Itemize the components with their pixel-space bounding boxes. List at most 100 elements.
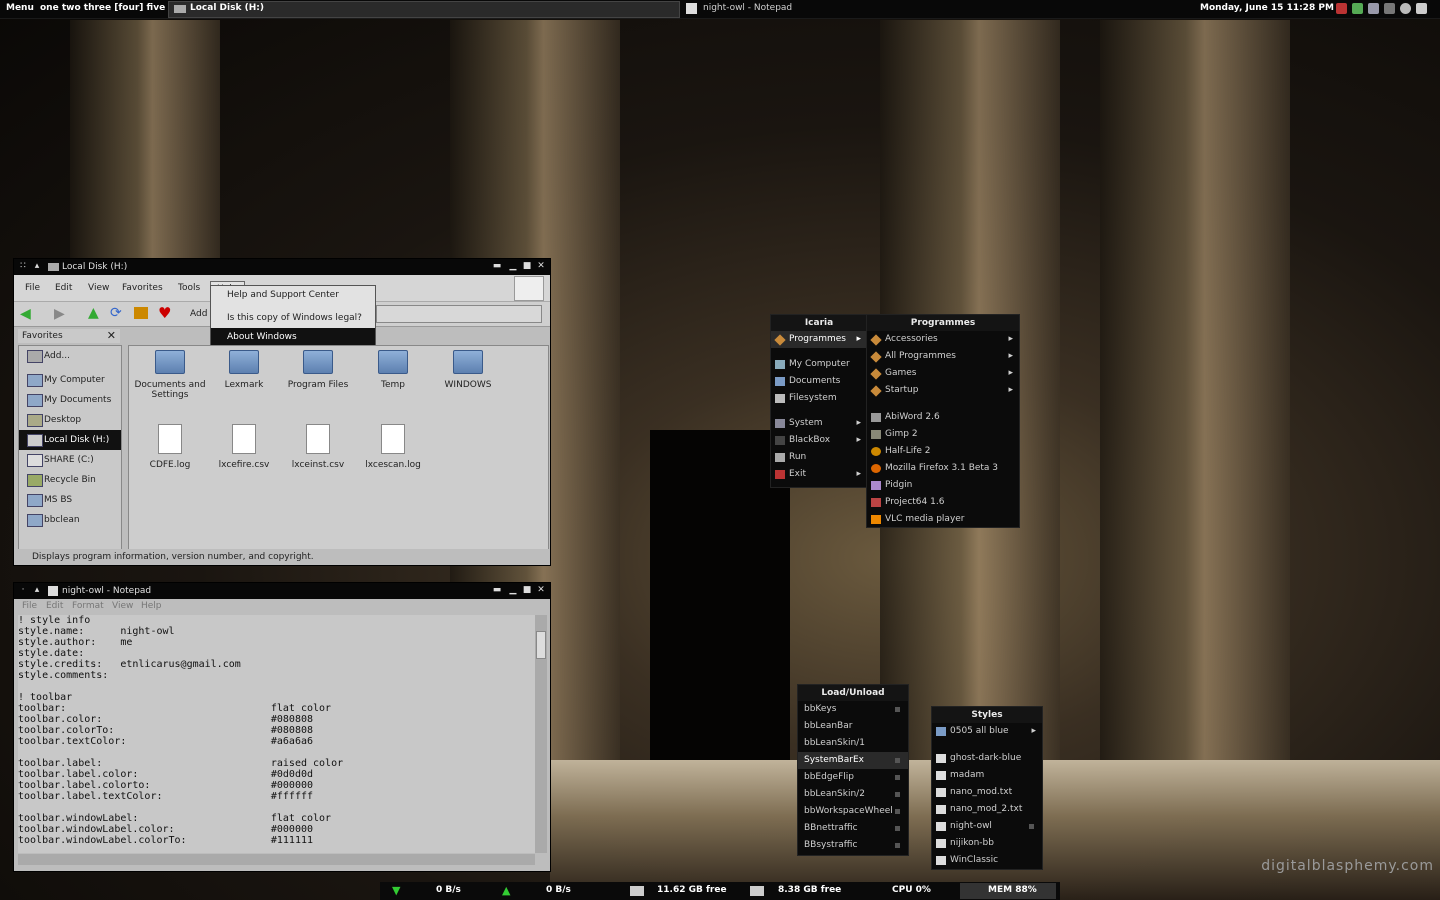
tray-network-icon[interactable]	[1352, 3, 1363, 14]
menu-item-style[interactable]: night-owl	[932, 818, 1042, 835]
menu-item-my-computer[interactable]: My Computer	[771, 356, 867, 373]
menu-item-style[interactable]: madam	[932, 767, 1042, 784]
tray-display-icon[interactable]	[1368, 3, 1379, 14]
menu-item-games[interactable]: Games ▸	[867, 365, 1019, 382]
menu-item-half-life[interactable]: Half-Life 2	[867, 443, 1019, 460]
menu-item-run[interactable]: Run	[771, 449, 867, 466]
sidebar-item-share[interactable]: SHARE (C:)	[19, 450, 121, 470]
document-item[interactable]: lxcescan.log	[356, 424, 430, 470]
menu-item-plugin[interactable]: bbLeanSkin/1	[798, 735, 908, 752]
sidebar-item-bbclean[interactable]: bbclean	[19, 510, 121, 530]
window-menu-icon[interactable]: ∷	[18, 261, 28, 271]
menu-item-windows-legal[interactable]: Is this copy of Windows legal?	[211, 309, 375, 328]
document-item[interactable]: CDFE.log	[133, 424, 207, 470]
menu-item-style[interactable]: nijikon-bb	[932, 835, 1042, 852]
menu-file[interactable]: File	[22, 601, 37, 611]
folder-item[interactable]: WINDOWS	[431, 346, 505, 390]
menu-item-plugin[interactable]: bbLeanBar	[798, 718, 908, 735]
menu-edit[interactable]: Edit	[55, 283, 72, 293]
menu-item-abiword[interactable]: AbiWord 2.6	[867, 409, 1019, 426]
menu-item-style[interactable]: nano_mod_2.txt	[932, 801, 1042, 818]
maximize-icon[interactable]: ■	[522, 261, 532, 271]
menu-item-plugin[interactable]: SystemBarEx	[798, 752, 908, 769]
menu-file[interactable]: File	[25, 283, 40, 293]
shade-icon[interactable]: ▬	[492, 261, 502, 271]
menu-item-style[interactable]: ghost-dark-blue	[932, 750, 1042, 767]
vertical-scrollbar[interactable]	[535, 615, 547, 853]
pin-icon[interactable]: ▴	[32, 261, 42, 271]
document-item[interactable]: lxceinst.csv	[281, 424, 355, 470]
taskbar-item-explorer[interactable]: Local Disk (H:)	[168, 1, 680, 18]
notepad-text-area[interactable]: ! style info style.name: night-owl style…	[18, 615, 535, 853]
taskbar-item-notepad[interactable]: night-owl - Notepad	[684, 1, 884, 16]
menu-item-gimp[interactable]: Gimp 2	[867, 426, 1019, 443]
menu-item-pidgin[interactable]: Pidgin	[867, 477, 1019, 494]
folder-item[interactable]: Lexmark	[207, 346, 281, 390]
menu-item-exit[interactable]: Exit ▸	[771, 466, 867, 483]
sidebar-item-desktop[interactable]: Desktop	[19, 410, 121, 430]
scrollbar-thumb[interactable]	[536, 631, 546, 659]
close-icon[interactable]: ✕	[536, 261, 546, 271]
shade-icon[interactable]: ▬	[492, 585, 502, 595]
horizontal-scrollbar[interactable]	[18, 854, 535, 865]
sidebar-item-my-documents[interactable]: My Documents	[19, 390, 121, 410]
menu-item-all-programmes[interactable]: All Programmes ▸	[867, 348, 1019, 365]
tray-image-icon[interactable]	[1384, 3, 1395, 14]
close-pane-icon[interactable]: ✕	[107, 329, 116, 342]
menu-item-style-folder[interactable]: 0505 all blue ▸	[932, 723, 1042, 740]
sidebar-item-local-disk[interactable]: Local Disk (H:)	[19, 430, 121, 450]
back-icon[interactable]: ◀	[20, 307, 31, 321]
menu-item-help-support[interactable]: Help and Support Center	[211, 286, 375, 305]
sidebar-item-recycle-bin[interactable]: Recycle Bin	[19, 470, 121, 490]
menu-view[interactable]: View	[112, 601, 133, 611]
root-menu-button[interactable]: Menu	[6, 3, 34, 13]
menu-tools[interactable]: Tools	[178, 283, 200, 293]
menu-favorites[interactable]: Favorites	[122, 283, 163, 293]
tray-wireless-icon[interactable]	[1400, 3, 1411, 14]
sidebar-item-ms-bs[interactable]: MS BS	[19, 490, 121, 510]
window-menu-icon[interactable]: ·	[18, 585, 28, 595]
menu-item-project64[interactable]: Project64 1.6	[867, 494, 1019, 511]
tray-volume-icon[interactable]	[1416, 3, 1427, 14]
menu-item-plugin[interactable]: BBnettraffic	[798, 820, 908, 837]
favorites-add[interactable]: Add...	[19, 346, 121, 366]
menu-item-firefox[interactable]: Mozilla Firefox 3.1 Beta 3	[867, 460, 1019, 477]
minimize-icon[interactable]: ▁	[508, 585, 518, 595]
menu-item-accessories[interactable]: Accessories ▸	[867, 331, 1019, 348]
menu-item-blackbox[interactable]: BlackBox ▸	[771, 432, 867, 449]
refresh-icon[interactable]: ⟳	[110, 306, 122, 320]
menu-edit[interactable]: Edit	[46, 601, 63, 611]
forward-icon[interactable]: ▶	[54, 307, 65, 321]
menu-view[interactable]: View	[88, 283, 109, 293]
sidebar-item-my-computer[interactable]: My Computer	[19, 370, 121, 390]
menu-item-plugin[interactable]: bbEdgeFlip	[798, 769, 908, 786]
toolbar-add-button[interactable]: Add	[190, 309, 207, 319]
menu-item-system[interactable]: System ▸	[771, 415, 867, 432]
document-item[interactable]: lxcefire.csv	[207, 424, 281, 470]
notepad-titlebar[interactable]: · ▴ night-owl - Notepad ▬ ▁ ■ ✕	[14, 583, 550, 599]
tray-app-icon[interactable]	[1336, 3, 1347, 14]
menu-item-vlc[interactable]: VLC media player	[867, 511, 1019, 528]
menu-item-style[interactable]: WinClassic	[932, 852, 1042, 869]
explorer-titlebar[interactable]: ∷ ▴ Local Disk (H:) ▬ ▁ ■ ✕	[14, 259, 550, 275]
up-folder-icon[interactable]: ▲	[88, 306, 99, 320]
folders-icon[interactable]	[134, 307, 148, 319]
menu-item-plugin[interactable]: bbLeanSkin/2	[798, 786, 908, 803]
menu-item-documents[interactable]: Documents	[771, 373, 867, 390]
maximize-icon[interactable]: ■	[522, 585, 532, 595]
pin-icon[interactable]: ▴	[32, 585, 42, 595]
menu-item-plugin[interactable]: bbWorkspaceWheel	[798, 803, 908, 820]
menu-item-plugin[interactable]: bbKeys	[798, 701, 908, 718]
menu-help[interactable]: Help	[141, 601, 162, 611]
menu-format[interactable]: Format	[72, 601, 104, 611]
folder-item[interactable]: Program Files	[281, 346, 355, 390]
menu-item-startup[interactable]: Startup ▸	[867, 382, 1019, 399]
menu-item-plugin[interactable]: BBsystraffic	[798, 837, 908, 854]
folder-item[interactable]: Documents and Settings	[133, 346, 207, 400]
address-bar[interactable]	[376, 305, 542, 323]
menu-item-programmes[interactable]: Programmes ▸	[771, 331, 867, 348]
favorites-heart-icon[interactable]: ♥	[158, 304, 171, 322]
workspace-switcher[interactable]: one two three [four] five	[40, 3, 165, 13]
minimize-icon[interactable]: ▁	[508, 261, 518, 271]
menu-item-style[interactable]: nano_mod.txt	[932, 784, 1042, 801]
